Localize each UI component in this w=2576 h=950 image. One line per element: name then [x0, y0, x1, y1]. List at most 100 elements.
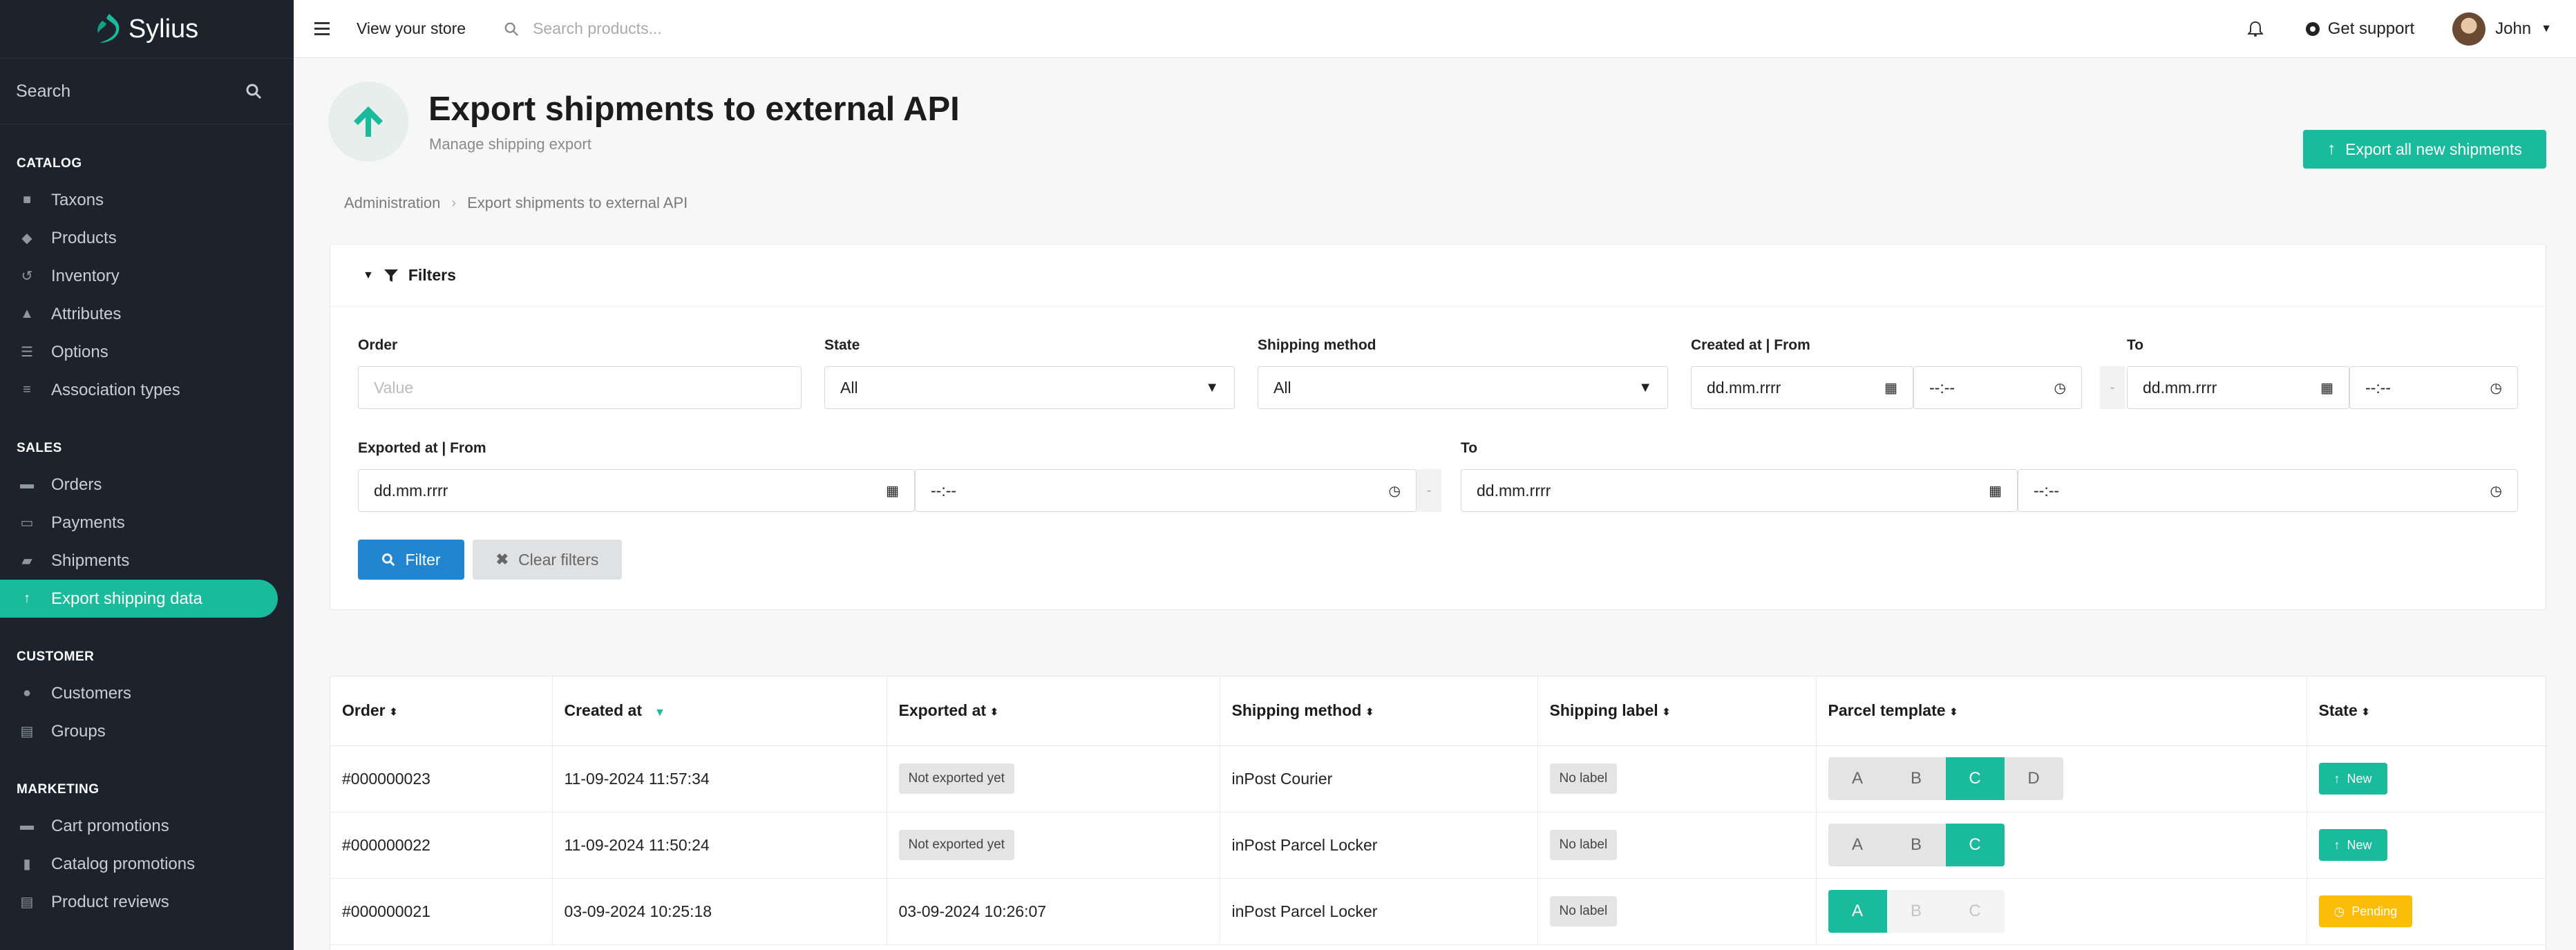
created-to-label: To	[2127, 337, 2144, 353]
column-header-state[interactable]: State ⬍	[2307, 676, 2547, 746]
bell-icon[interactable]	[2247, 21, 2263, 37]
column-header-created-at[interactable]: Created at ▼	[552, 676, 887, 746]
template-option-c[interactable]: C	[1945, 824, 2005, 866]
calendar-icon[interactable]: ▦	[1989, 482, 2002, 500]
exported-at-cell: Not exported yet	[887, 812, 1220, 879]
user-menu[interactable]: John ▼	[2452, 12, 2552, 46]
sidebar-item-label: Products	[51, 228, 117, 247]
parcel-template-cell: A B C	[1816, 812, 2307, 879]
search-icon	[504, 22, 519, 36]
order-input[interactable]: Value	[358, 366, 802, 409]
template-option-b[interactable]: B	[1886, 757, 1946, 800]
exported-to-label: To	[1461, 440, 1478, 456]
column-header-exported-at[interactable]: Exported at ⬍	[887, 676, 1220, 746]
sidebar-item-attributes[interactable]: ▲ Attributes	[0, 295, 294, 333]
user-name: John	[2495, 19, 2532, 38]
sidebar-item-catalog-promotions[interactable]: ▮ Catalog promotions	[0, 845, 294, 883]
menu-toggle-icon[interactable]	[314, 22, 330, 35]
shipping-label-cell: No label	[1537, 878, 1817, 945]
sidebar-item-cart-promotions[interactable]: ▬ Cart promotions	[0, 807, 294, 845]
template-option-a[interactable]: A	[1828, 824, 1887, 866]
page-title: Export shipments to external API	[428, 91, 960, 128]
sort-icon: ⬍	[1662, 705, 1671, 717]
calendar-icon[interactable]: ▦	[886, 482, 899, 500]
template-option-a[interactable]: A	[1828, 757, 1887, 800]
exported-to-time[interactable]: --:-- ◷	[2018, 469, 2518, 512]
column-label: State	[2318, 701, 2358, 720]
sidebar-item-options[interactable]: ☰ Options	[0, 333, 294, 371]
created-to-time[interactable]: --:-- ◷	[2349, 366, 2518, 409]
arrow-up-icon: ↑	[2333, 771, 2340, 786]
product-search[interactable]: Search products...	[504, 19, 662, 38]
created-from-date[interactable]: dd.mm.rrrr ▦	[1691, 366, 1913, 409]
sidebar-item-label: Cart promotions	[51, 816, 169, 835]
filter-button[interactable]: Filter	[358, 540, 464, 580]
template-option-c[interactable]: C	[1945, 757, 2005, 800]
sidebar-item-product-reviews[interactable]: ▤ Product reviews	[0, 883, 294, 921]
sort-icon: ⬍	[990, 705, 998, 717]
state-select[interactable]: All ▼	[824, 366, 1235, 409]
sidebar: Sylius Search CATALOG ■ Taxons ◆ Products …	[0, 0, 294, 950]
order-number[interactable]: #000000023	[330, 745, 553, 813]
sidebar-item-export-shipping-data[interactable]: ↑ Export shipping data	[0, 580, 278, 618]
sidebar-item-groups[interactable]: ▤ Groups	[0, 712, 294, 750]
filters-toggle[interactable]: ▼ Filters	[330, 245, 2546, 307]
state-label: State	[824, 337, 860, 353]
exported-from-time[interactable]: --:-- ◷	[915, 469, 1417, 512]
product-search-input[interactable]: Search products...	[533, 19, 662, 38]
created-to-date[interactable]: dd.mm.rrrr ▦	[2127, 366, 2349, 409]
sidebar-item-products[interactable]: ◆ Products	[0, 219, 294, 257]
state-cell: ◷ Pending	[2307, 878, 2547, 945]
sort-icon: ⬍	[389, 705, 398, 717]
not-exported-badge: Not exported yet	[898, 830, 1014, 860]
export-all-button[interactable]: ↑ Export all new shipments	[2303, 130, 2546, 169]
bookmark-icon: ▮	[23, 857, 31, 872]
order-number[interactable]: #000000021	[330, 878, 553, 945]
state-badge[interactable]: ↑ New	[2318, 763, 2387, 795]
clock-icon[interactable]: ◷	[2490, 482, 2502, 500]
sidebar-item-orders[interactable]: ▬ Orders	[0, 466, 294, 504]
life-ring-icon	[2305, 21, 2320, 36]
sidebar-item-association-types[interactable]: ≡ Association types	[0, 371, 294, 409]
no-label-badge: No label	[1549, 896, 1618, 927]
sort-icon: ⬍	[1365, 705, 1374, 717]
sidebar-search[interactable]: Search	[0, 58, 294, 124]
created-from-time[interactable]: --:-- ◷	[1913, 366, 2082, 409]
column-header-order[interactable]: Order ⬍	[330, 676, 553, 746]
shipments-table-card: Order ⬍ Created at ▼ Exported at ⬍ Shipping…	[330, 676, 2547, 950]
calendar-icon[interactable]: ▦	[1884, 379, 1897, 397]
created-at: 03-09-2024 10:25:18	[552, 878, 887, 945]
sidebar-item-taxons[interactable]: ■ Taxons	[0, 181, 294, 219]
column-header-parcel-template[interactable]: Parcel template ⬍	[1816, 676, 2307, 746]
column-header-shipping-label[interactable]: Shipping label ⬍	[1537, 676, 1817, 746]
sidebar-item-shipments[interactable]: ▰ Shipments	[0, 542, 294, 580]
table-row: #000000021 03-09-2024 10:25:18 03-09-202…	[330, 878, 2547, 945]
caret-down-icon: ▼	[2541, 22, 2552, 35]
order-number[interactable]: #000000022	[330, 812, 553, 879]
sidebar-search-input[interactable]: Search	[16, 82, 70, 102]
clock-icon[interactable]: ◷	[2490, 379, 2502, 397]
search-icon[interactable]	[245, 83, 262, 99]
caret-down-icon: ▼	[1205, 379, 1219, 395]
shipping-method-select[interactable]: All ▼	[1258, 366, 1668, 409]
exported-from-date[interactable]: dd.mm.rrrr ▦	[358, 469, 915, 512]
sidebar-item-customers[interactable]: ● Customers	[0, 674, 294, 712]
calendar-icon[interactable]: ▦	[2320, 379, 2333, 397]
template-option-d[interactable]: D	[2004, 757, 2063, 800]
breadcrumb-administration[interactable]: Administration	[344, 194, 440, 212]
parcel-template-selector: A B C	[1828, 890, 2005, 933]
clock-icon[interactable]: ◷	[2054, 379, 2066, 397]
exported-to-date[interactable]: dd.mm.rrrr ▦	[1461, 469, 2018, 512]
clock-icon[interactable]: ◷	[1389, 482, 1401, 500]
clear-filters-button[interactable]: ✖ Clear filters	[473, 540, 622, 580]
view-store-link[interactable]: View your store	[357, 19, 466, 38]
state-badge[interactable]: ↑ New	[2318, 829, 2387, 861]
column-header-shipping-method[interactable]: Shipping method ⬍	[1220, 676, 1538, 746]
support-link[interactable]: Get support	[2304, 19, 2414, 39]
template-option-b[interactable]: B	[1886, 824, 1946, 866]
sidebar-item-inventory[interactable]: ↺ Inventory	[0, 257, 294, 295]
date-value: dd.mm.rrrr	[2143, 378, 2217, 397]
brand-logo[interactable]: Sylius	[0, 0, 294, 58]
sidebar-item-label: Options	[51, 342, 108, 361]
sidebar-item-payments[interactable]: ▭ Payments	[0, 504, 294, 542]
